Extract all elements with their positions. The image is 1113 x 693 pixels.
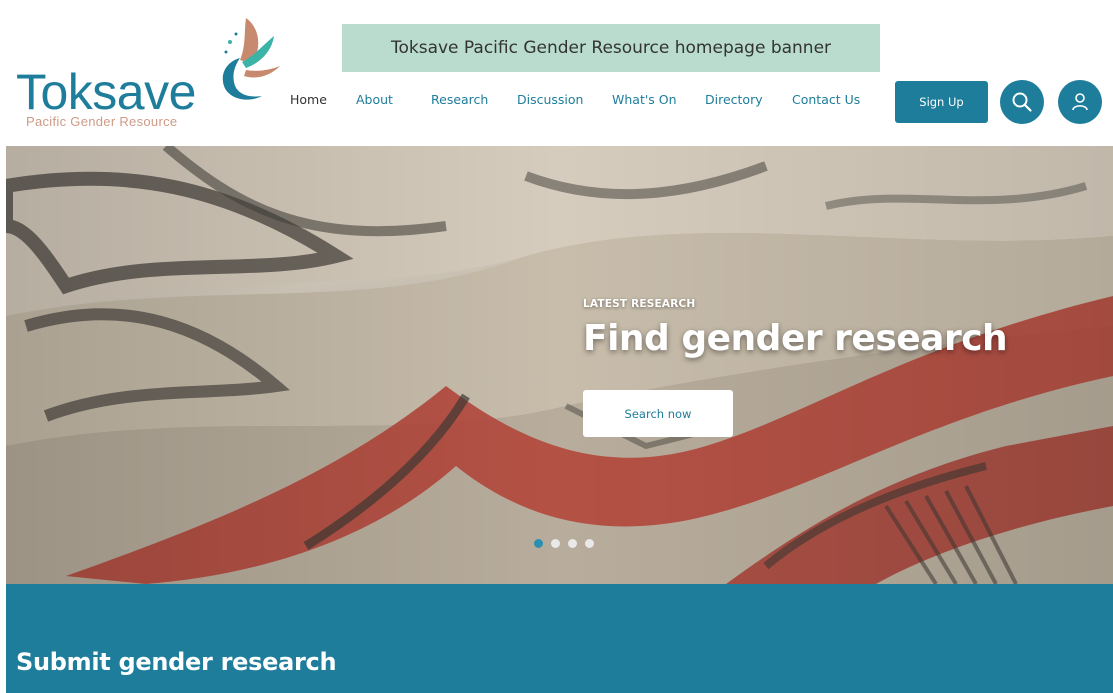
carousel-dots xyxy=(534,539,594,548)
logo-tagline: Pacific Gender Resource xyxy=(26,114,178,129)
nav-directory[interactable]: Directory xyxy=(705,92,763,107)
nav-research[interactable]: Research xyxy=(431,92,488,107)
nav-contact-us[interactable]: Contact Us xyxy=(792,92,860,107)
nav-whats-on[interactable]: What's On xyxy=(612,92,677,107)
hero-title: Find gender research xyxy=(583,318,1008,359)
logo-fan-mark xyxy=(222,18,280,100)
nav-home[interactable]: Home xyxy=(290,92,327,107)
nav-about[interactable]: About xyxy=(356,92,393,107)
carousel-dot[interactable] xyxy=(551,539,560,548)
logo-wordmark: Toksave xyxy=(16,64,196,120)
nav-discussion[interactable]: Discussion xyxy=(517,92,583,107)
site-logo[interactable]: Toksave Pacific Gender Resource xyxy=(14,14,284,132)
sign-up-button[interactable]: Sign Up xyxy=(895,81,988,123)
search-icon xyxy=(1012,92,1032,112)
submit-research-section: Submit gender research xyxy=(6,584,1113,693)
carousel-dot[interactable] xyxy=(534,539,543,548)
account-button[interactable] xyxy=(1058,80,1102,124)
carousel-dot[interactable] xyxy=(585,539,594,548)
search-now-button[interactable]: Search now xyxy=(583,390,733,437)
section-title: Submit gender research xyxy=(16,648,337,676)
hero-background-image xyxy=(6,146,1113,584)
hero-carousel: LATEST RESEARCH Find gender research Sea… xyxy=(6,146,1113,584)
hero-eyebrow: LATEST RESEARCH xyxy=(583,298,696,310)
caption-banner: Toksave Pacific Gender Resource homepage… xyxy=(342,24,880,72)
carousel-dot[interactable] xyxy=(568,539,577,548)
search-button[interactable] xyxy=(1000,80,1044,124)
user-icon xyxy=(1072,93,1088,111)
